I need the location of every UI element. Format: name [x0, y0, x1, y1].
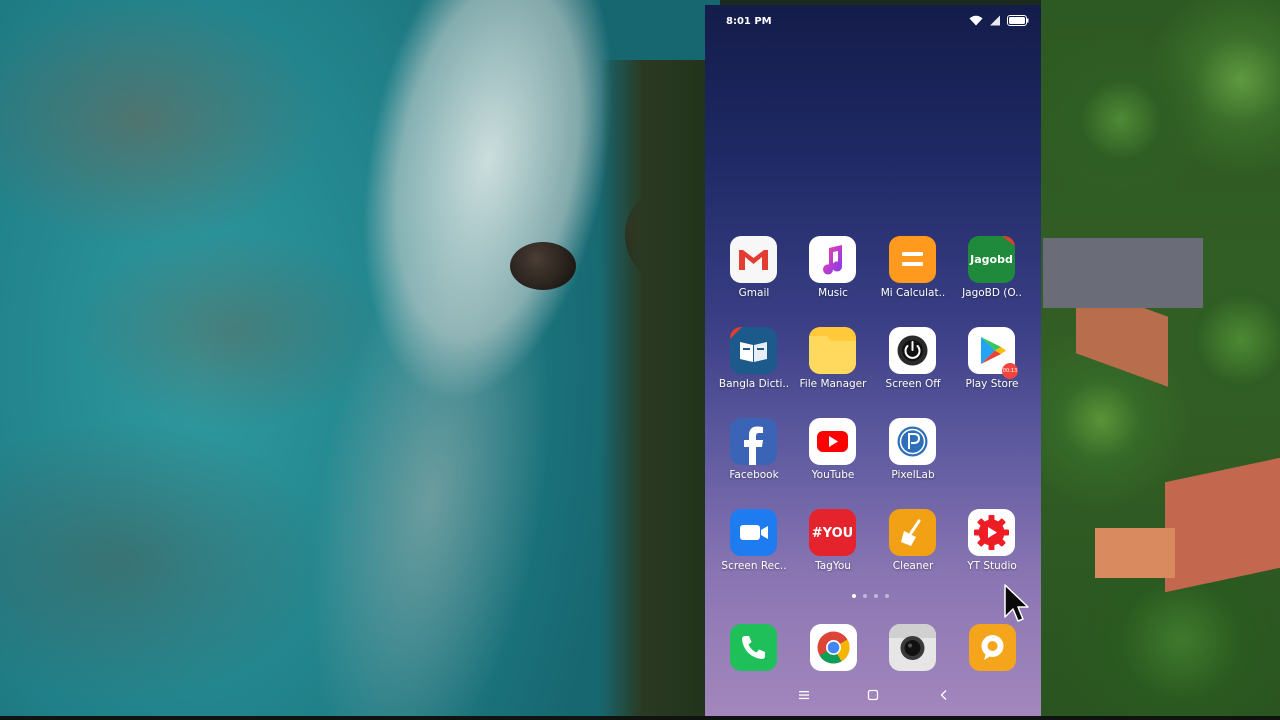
tagyou-logo-text: #YOU	[812, 526, 853, 541]
broom-icon	[889, 509, 936, 556]
page-indicator[interactable]	[852, 594, 889, 598]
status-time: 8:01 PM	[726, 16, 772, 27]
dock-camera[interactable]	[889, 624, 936, 671]
chrome-icon	[810, 624, 857, 671]
home-icon[interactable]	[867, 689, 879, 701]
yt-studio-icon	[968, 509, 1015, 556]
background-roof	[1095, 528, 1175, 578]
app-music[interactable]: Music	[793, 236, 873, 316]
status-bar: 8:01 PM	[705, 5, 1041, 39]
app-label: Music	[818, 287, 848, 299]
phone-home-screen: 8:01 PM Gmail Music Mi Calculat.. Jagobd…	[705, 5, 1041, 716]
app-youtube[interactable]: YouTube	[793, 418, 873, 498]
camera-icon	[889, 624, 936, 671]
background-cliff	[600, 60, 720, 720]
app-bangla-dictionary[interactable]: Bangla Dicti..	[714, 327, 794, 407]
app-screen-recorder[interactable]: Screen Rec..	[714, 509, 794, 589]
app-label: TagYou	[815, 560, 851, 572]
youtube-icon	[809, 418, 856, 465]
pixellab-icon	[889, 418, 936, 465]
app-label: Play Store	[965, 378, 1019, 390]
music-icon	[809, 236, 856, 283]
app-screen-off[interactable]: Screen Off	[873, 327, 953, 407]
app-gmail[interactable]: Gmail	[714, 236, 794, 316]
power-icon	[889, 327, 936, 374]
app-label: JagoBD (O..	[962, 287, 1022, 299]
page-dot	[885, 594, 889, 598]
navigation-bar	[705, 681, 1041, 711]
app-label: Bangla Dicti..	[718, 378, 790, 390]
notification-badge: 00:13	[1002, 363, 1018, 379]
app-facebook[interactable]: Facebook	[714, 418, 794, 498]
app-cleaner[interactable]: Cleaner	[873, 509, 953, 589]
screen: 8:01 PM Gmail Music Mi Calculat.. Jagobd…	[0, 0, 1280, 720]
app-yt-studio[interactable]: YT Studio	[952, 509, 1032, 589]
dock-phone[interactable]	[730, 624, 777, 671]
app-label: YouTube	[811, 469, 855, 481]
jagobd-icon: Jagobd	[968, 236, 1015, 283]
battery-icon	[1007, 15, 1029, 26]
signal-icon	[990, 15, 1000, 26]
app-label: Facebook	[729, 469, 779, 481]
phone-icon	[730, 624, 777, 671]
app-label: Screen Off	[885, 378, 941, 390]
bottom-strip	[0, 716, 1280, 720]
page-dot	[874, 594, 878, 598]
facebook-icon	[730, 418, 777, 465]
app-mi-calculator[interactable]: Mi Calculat..	[873, 236, 953, 316]
background-roof	[1043, 238, 1203, 308]
background-rock	[510, 242, 576, 290]
app-label: File Manager	[799, 378, 867, 390]
calculator-icon	[889, 236, 936, 283]
wifi-icon	[969, 15, 983, 26]
app-label: Cleaner	[892, 560, 934, 572]
jagobd-logo-text: Jagobd	[969, 253, 1013, 266]
messages-icon	[969, 624, 1016, 671]
app-label: YT Studio	[967, 560, 1017, 572]
app-play-store[interactable]: 00:13 Play Store	[952, 327, 1032, 407]
app-pixellab[interactable]: PixelLab	[873, 418, 953, 498]
status-icons	[969, 15, 1029, 26]
app-jagobd[interactable]: Jagobd JagoBD (O..	[952, 236, 1032, 316]
folder-icon	[809, 327, 856, 374]
app-label: Screen Rec..	[721, 560, 787, 572]
app-label: Gmail	[738, 287, 770, 299]
dictionary-icon	[730, 327, 777, 374]
app-tagyou[interactable]: #YOU TagYou	[793, 509, 873, 589]
dock-chrome[interactable]	[810, 624, 857, 671]
back-icon[interactable]	[938, 689, 950, 701]
app-label: Mi Calculat..	[880, 287, 946, 299]
mouse-cursor-icon	[1004, 584, 1029, 622]
dock-messages[interactable]	[969, 624, 1016, 671]
app-file-manager[interactable]: File Manager	[793, 327, 873, 407]
menu-icon[interactable]	[798, 689, 810, 701]
video-camera-icon	[730, 509, 777, 556]
tagyou-icon: #YOU	[809, 509, 856, 556]
gmail-icon	[730, 236, 777, 283]
page-dot	[863, 594, 867, 598]
page-dot-active	[852, 594, 856, 598]
app-label: PixelLab	[891, 469, 935, 481]
